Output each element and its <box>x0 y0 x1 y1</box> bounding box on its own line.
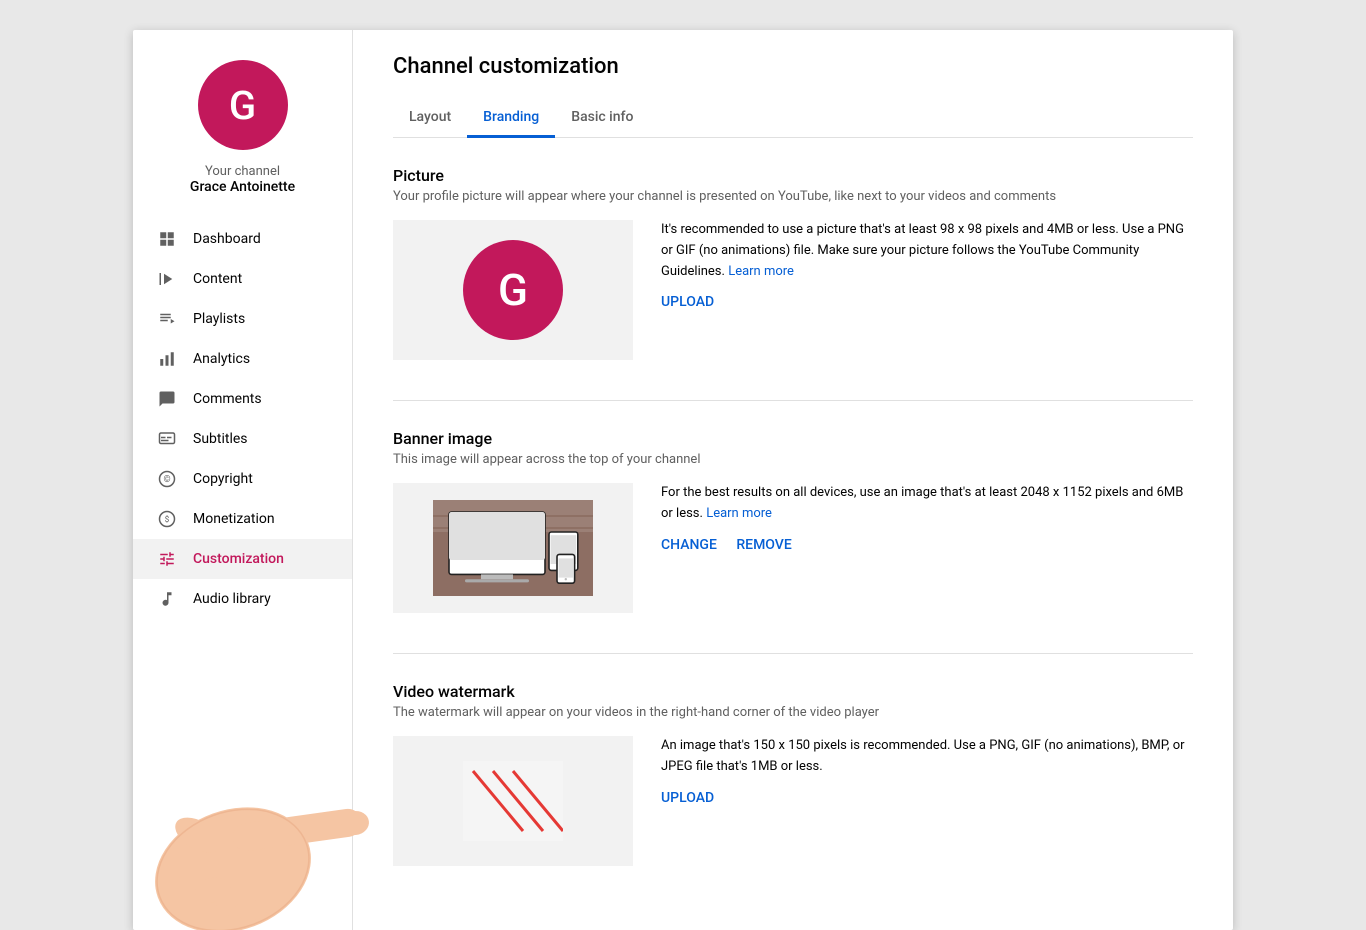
sidebar-item-dashboard-label: Dashboard <box>193 231 261 247</box>
sidebar-avatar: G <box>198 60 288 150</box>
sidebar-item-copyright-label: Copyright <box>193 471 253 487</box>
watermark-section-body: An image that's 150 x 150 pixels is reco… <box>393 736 1193 866</box>
copyright-icon: © <box>157 469 177 489</box>
sidebar-item-content-label: Content <box>193 271 242 287</box>
watermark-preview-box <box>393 736 633 866</box>
picture-section-desc: Your profile picture will appear where y… <box>393 189 1193 204</box>
tab-layout[interactable]: Layout <box>393 99 467 138</box>
audio-library-icon <box>157 589 177 609</box>
monetization-icon: $ <box>157 509 177 529</box>
tab-bar: Layout Branding Basic info <box>393 99 1193 138</box>
picture-preview-avatar: G <box>463 240 563 340</box>
banner-actions: CHANGE REMOVE <box>661 533 1193 553</box>
picture-section-body: G It's recommended to use a picture that… <box>393 220 1193 360</box>
watermark-info-text: An image that's 150 x 150 pixels is reco… <box>661 736 1193 778</box>
watermark-section-desc: The watermark will appear on your videos… <box>393 705 1193 720</box>
banner-learn-more-link[interactable]: Learn more <box>706 506 772 521</box>
tab-branding[interactable]: Branding <box>467 99 555 138</box>
sidebar-item-comments-label: Comments <box>193 391 262 407</box>
divider-1 <box>393 400 1193 401</box>
sidebar-item-analytics[interactable]: Analytics <box>133 339 352 379</box>
banner-section-title: Banner image <box>393 429 1193 448</box>
channel-label: Your channel <box>205 164 280 179</box>
banner-section-body: For the best results on all devices, use… <box>393 483 1193 613</box>
sidebar-item-monetization-label: Monetization <box>193 511 275 527</box>
svg-text:$: $ <box>165 514 170 525</box>
banner-change-link[interactable]: CHANGE <box>661 537 717 553</box>
picture-upload-link[interactable]: UPLOAD <box>661 294 714 310</box>
watermark-section: Video watermark The watermark will appea… <box>393 682 1193 866</box>
sidebar-item-customization[interactable]: Customization <box>133 539 352 579</box>
watermark-info: An image that's 150 x 150 pixels is reco… <box>661 736 1193 806</box>
channel-name: Grace Antoinette <box>190 179 295 195</box>
banner-remove-link[interactable]: REMOVE <box>736 537 791 553</box>
app-window: G Your channel Grace Antoinette Dashboar… <box>133 30 1233 930</box>
sidebar-item-playlists-label: Playlists <box>193 311 245 327</box>
sidebar-item-dashboard[interactable]: Dashboard <box>133 219 352 259</box>
picture-section: Picture Your profile picture will appear… <box>393 166 1193 360</box>
nav-list: Dashboard Content Playlists <box>133 219 352 619</box>
subtitles-icon <box>157 429 177 449</box>
picture-preview-box: G <box>393 220 633 360</box>
tab-basic-info[interactable]: Basic info <box>555 99 649 138</box>
banner-section: Banner image This image will appear acro… <box>393 429 1193 613</box>
sidebar-item-audio-library-label: Audio library <box>193 591 271 607</box>
banner-preview-box <box>393 483 633 613</box>
watermark-section-title: Video watermark <box>393 682 1193 701</box>
sidebar-item-copyright[interactable]: © Copyright <box>133 459 352 499</box>
sidebar-item-subtitles-label: Subtitles <box>193 431 248 447</box>
sidebar-item-monetization[interactable]: $ Monetization <box>133 499 352 539</box>
picture-info: It's recommended to use a picture that's… <box>661 220 1193 310</box>
sidebar-item-subtitles[interactable]: Subtitles <box>133 419 352 459</box>
svg-text:©: © <box>163 475 170 485</box>
sidebar-item-customization-label: Customization <box>193 551 284 567</box>
banner-info: For the best results on all devices, use… <box>661 483 1193 553</box>
main-content: Channel customization Layout Branding Ba… <box>353 30 1233 930</box>
sidebar-item-content[interactable]: Content <box>133 259 352 299</box>
watermark-illustration <box>463 761 563 841</box>
comments-icon <box>157 389 177 409</box>
sidebar: G Your channel Grace Antoinette Dashboar… <box>133 30 353 930</box>
analytics-icon <box>157 349 177 369</box>
banner-info-text: For the best results on all devices, use… <box>661 483 1193 525</box>
sidebar-item-playlists[interactable]: Playlists <box>133 299 352 339</box>
picture-section-title: Picture <box>393 166 1193 185</box>
watermark-upload-link[interactable]: UPLOAD <box>661 790 714 806</box>
customization-icon <box>157 549 177 569</box>
playlists-icon <box>157 309 177 329</box>
dashboard-icon <box>157 229 177 249</box>
picture-learn-more-link[interactable]: Learn more <box>728 264 794 279</box>
sidebar-item-analytics-label: Analytics <box>193 351 250 367</box>
divider-2 <box>393 653 1193 654</box>
content-icon <box>157 269 177 289</box>
banner-section-desc: This image will appear across the top of… <box>393 452 1193 467</box>
sidebar-item-comments[interactable]: Comments <box>133 379 352 419</box>
picture-info-text: It's recommended to use a picture that's… <box>661 220 1193 282</box>
sidebar-item-audio-library[interactable]: Audio library <box>133 579 352 619</box>
page-title: Channel customization <box>393 54 1193 79</box>
banner-illustration <box>433 500 593 596</box>
